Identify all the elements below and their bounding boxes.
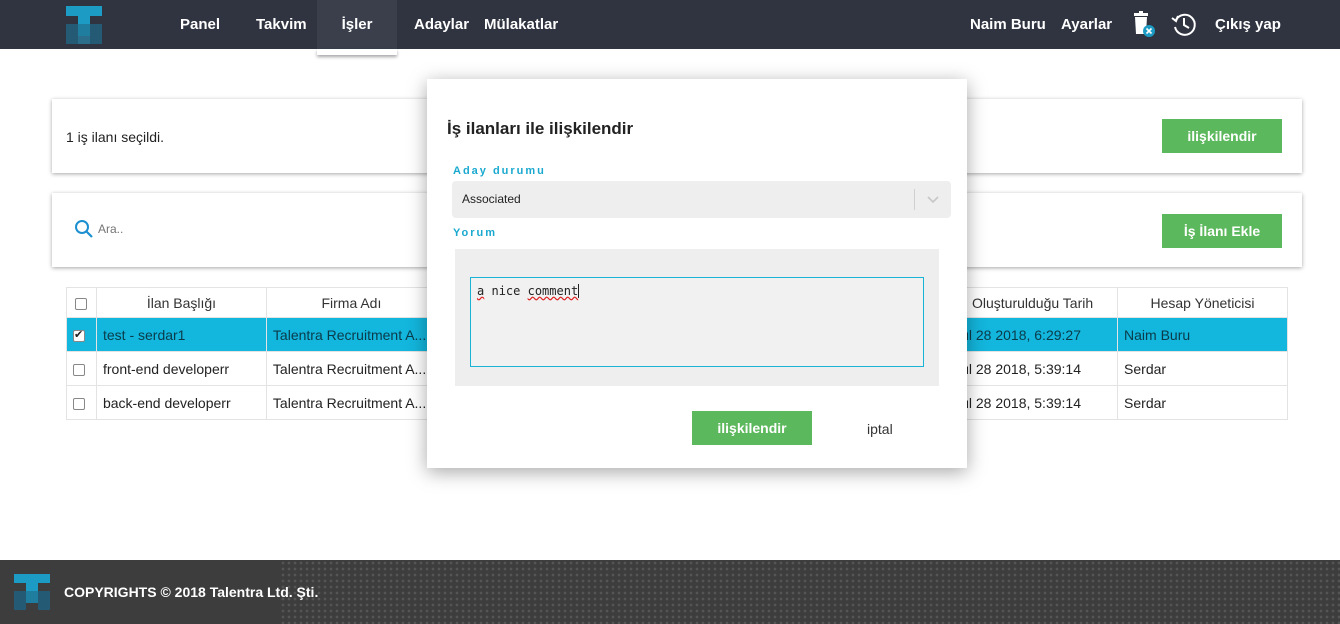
status-label: Aday durumu — [453, 165, 546, 177]
status-select-value: Associated — [462, 192, 521, 206]
modal-title: İş ilanları ile ilişkilendir — [447, 119, 634, 138]
status-select[interactable]: Associated — [452, 181, 951, 218]
chevron-down-icon[interactable] — [925, 181, 941, 218]
associate-submit-button[interactable]: ilişkilendir — [692, 411, 812, 445]
comment-textarea[interactable]: a nice comment​ — [470, 277, 924, 367]
cancel-button[interactable]: iptal — [867, 421, 893, 437]
comment-wrapper: a nice comment​ — [455, 249, 939, 386]
associate-modal: İş ilanları ile ilişkilendir Aday durumu… — [427, 79, 967, 468]
comment-label: Yorum — [453, 227, 498, 239]
